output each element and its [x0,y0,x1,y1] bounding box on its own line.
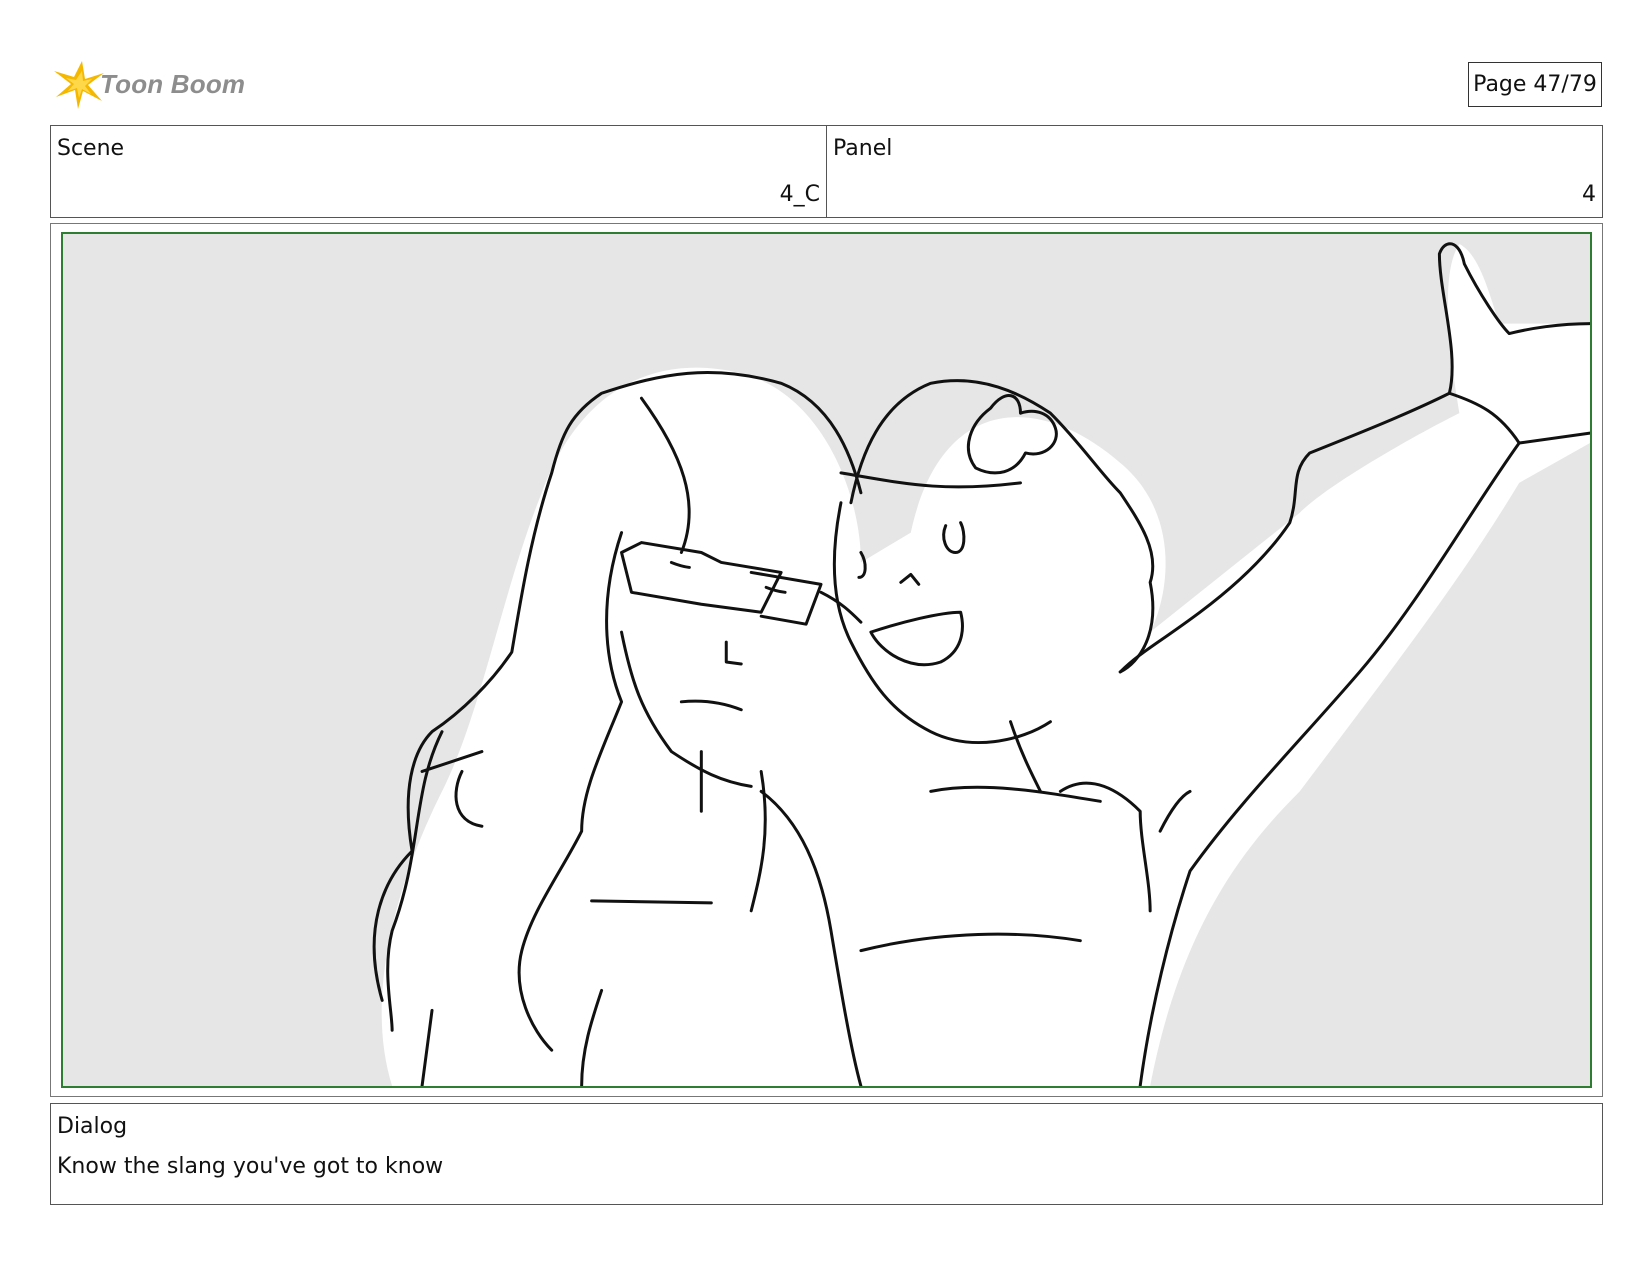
dialog-text: Know the slang you've got to know [57,1154,444,1179]
scene-value: 4_C [779,182,820,207]
storyboard-panel-frame [50,223,1603,1097]
scene-panel-info: Scene 4_C Panel 4 [50,125,1603,218]
panel-label: Panel [833,136,893,161]
sketch-illustration [372,242,1590,1086]
logo-text: Toon Boom [100,68,246,99]
panel-cell: Panel 4 [826,126,1602,217]
dialog-box: Dialog Know the slang you've got to know [50,1103,1603,1205]
panel-value: 4 [1582,182,1596,207]
storyboard-drawing [61,232,1592,1088]
scene-label: Scene [57,136,125,161]
dialog-label: Dialog [57,1114,128,1139]
toon-boom-logo: Toon Boom [52,56,262,112]
toon-boom-star-icon [54,61,104,109]
page-indicator: Page 47/79 [1468,62,1602,107]
scene-cell: Scene 4_C [51,126,826,217]
